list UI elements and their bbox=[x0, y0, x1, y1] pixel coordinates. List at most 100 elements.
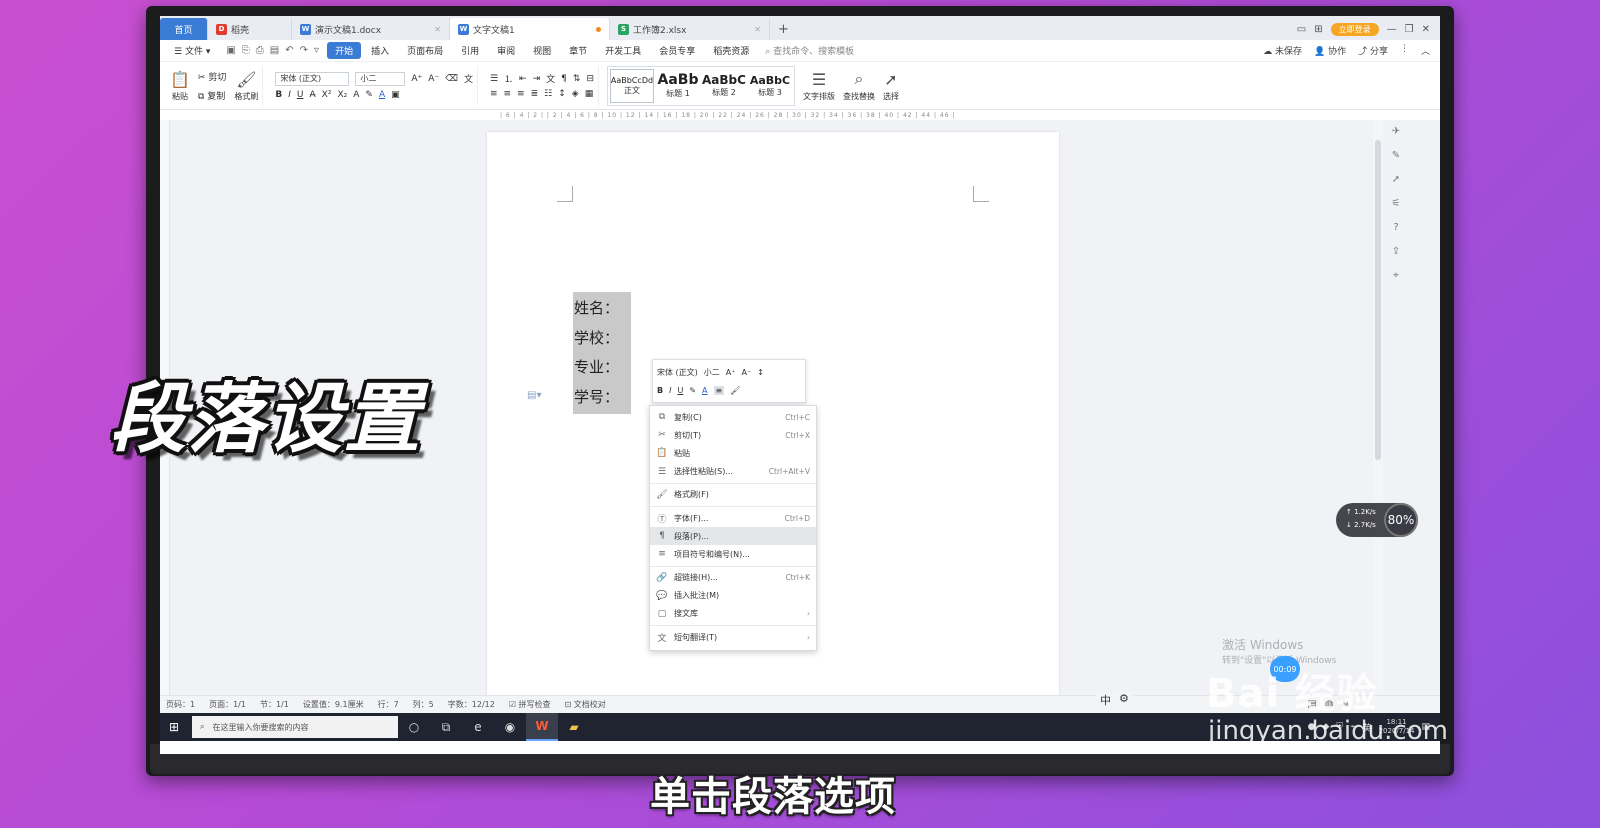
justify-icon[interactable]: ≣ bbox=[531, 89, 539, 99]
copy-button[interactable]: ⧉ 复制 bbox=[198, 89, 226, 102]
tab-docx[interactable]: W 演示文稿1.docx ✕ bbox=[292, 18, 450, 40]
close-icon[interactable]: ✕ bbox=[754, 25, 761, 34]
underline-icon[interactable]: U bbox=[297, 90, 304, 100]
restore-icon[interactable]: ❐ bbox=[1405, 24, 1414, 35]
bullet-list-icon[interactable]: ☰ bbox=[490, 74, 498, 84]
task-view-icon[interactable]: ⧉ bbox=[430, 713, 462, 741]
context-menu-item[interactable]: 文短句翻译(T) › bbox=[650, 628, 816, 646]
sliders-icon[interactable]: ⚟ bbox=[1392, 198, 1401, 209]
context-menu-item[interactable]: ≡ 项目符号和编号(N)... bbox=[650, 545, 816, 563]
vertical-scrollbar[interactable] bbox=[1373, 120, 1383, 695]
shrink-font-icon[interactable]: A⁻ bbox=[428, 74, 439, 84]
preview-icon[interactable]: ▤ bbox=[270, 45, 279, 56]
tab-home[interactable]: 首页 bbox=[160, 18, 208, 40]
context-menu-item[interactable]: 📋 粘贴 bbox=[650, 444, 816, 462]
collapse-ribbon-icon[interactable]: ︿ bbox=[1421, 44, 1430, 57]
bold-icon[interactable]: B bbox=[275, 90, 282, 100]
cut-button[interactable]: ✂ 剪切 bbox=[198, 70, 226, 83]
text-line-school[interactable]: 学校： bbox=[573, 324, 631, 354]
menu-review[interactable]: 审阅 bbox=[489, 42, 523, 59]
line-spacing-icon[interactable]: ↕ bbox=[558, 89, 566, 99]
style-heading-3[interactable]: AaBbC 标题 3 bbox=[748, 69, 792, 103]
align-center-icon[interactable]: ≡ bbox=[504, 89, 512, 99]
menu-start[interactable]: 开始 bbox=[327, 42, 362, 59]
tab-active-doc[interactable]: W 文字文稿1 bbox=[450, 18, 610, 40]
context-menu-item[interactable]: ✂ 剪切(T) Ctrl+X bbox=[650, 426, 816, 444]
font-size-select[interactable]: 小二 bbox=[355, 71, 406, 86]
char-border-icon[interactable]: ▣ bbox=[391, 90, 400, 100]
undo-icon[interactable]: ↶ bbox=[285, 45, 293, 56]
align-icon[interactable]: ≡ bbox=[713, 385, 725, 395]
menu-references[interactable]: 引用 bbox=[453, 42, 487, 59]
mini-font-size[interactable]: 小二 bbox=[704, 367, 720, 378]
bold-icon[interactable]: B bbox=[657, 386, 663, 395]
shrink-font-icon[interactable]: A⁻ bbox=[742, 368, 752, 377]
taskbar-search[interactable]: ⌕ 在这里输入你要搜索的内容 bbox=[192, 716, 398, 738]
browser-icon[interactable]: ◉ bbox=[494, 713, 526, 741]
ime-lang[interactable]: 中 bbox=[1100, 692, 1111, 708]
highlight-icon[interactable]: ✎ bbox=[689, 386, 696, 395]
mini-font-name[interactable]: 宋体 (正文) bbox=[657, 367, 698, 378]
menu-view[interactable]: 视图 bbox=[525, 42, 559, 59]
login-button[interactable]: 立即登录 bbox=[1330, 22, 1379, 36]
decrease-indent-icon[interactable]: ⇤ bbox=[519, 74, 527, 84]
pen-icon[interactable]: ✎ bbox=[1392, 150, 1400, 161]
grid-icon[interactable]: ⊞ bbox=[1314, 24, 1322, 35]
text-layout-button[interactable]: ☰ 文字排版 bbox=[803, 70, 835, 102]
paragraph-handle-icon[interactable]: ▤▾ bbox=[527, 390, 541, 401]
clear-format-icon[interactable]: ⌫ bbox=[445, 74, 458, 84]
italic-icon[interactable]: I bbox=[288, 90, 291, 100]
style-normal[interactable]: AaBbCcDd 正文 bbox=[609, 68, 654, 103]
numbered-list-icon[interactable]: ⒈ bbox=[504, 72, 513, 85]
pinyin-icon[interactable]: 文 bbox=[464, 72, 473, 85]
unsaved-button[interactable]: ☁ 未保存 bbox=[1263, 44, 1302, 57]
subscript-icon[interactable]: X₂ bbox=[337, 90, 347, 100]
font-color-icon[interactable]: A bbox=[702, 386, 707, 395]
context-menu-item[interactable]: ⧉ 复制(C) Ctrl+C bbox=[650, 408, 816, 426]
proofread-button[interactable]: ⊡ 文档校对 bbox=[565, 699, 606, 710]
italic-icon[interactable]: I bbox=[669, 386, 671, 395]
export-icon[interactable]: ⎘ bbox=[242, 45, 250, 56]
edge-icon[interactable]: e bbox=[462, 713, 494, 741]
kebab-icon[interactable]: ⋮ bbox=[1400, 44, 1409, 57]
context-menu-item[interactable]: ¶ 段落(P)... bbox=[650, 527, 816, 546]
increase-indent-icon[interactable]: ⇥ bbox=[533, 74, 541, 84]
layout-icon[interactable]: ▭ bbox=[1297, 24, 1306, 35]
menu-docer[interactable]: 稻壳资源 bbox=[705, 42, 757, 59]
highlight-icon[interactable]: ✎ bbox=[365, 90, 373, 100]
spell-check-button[interactable]: ☑ 拼写检查 bbox=[509, 699, 551, 710]
strikethrough-icon[interactable]: A̶ bbox=[309, 90, 315, 100]
context-menu-item[interactable]: ☰ 选择性粘贴(S)... Ctrl+Alt+V bbox=[650, 463, 816, 481]
text-line-major[interactable]: 专业： bbox=[573, 353, 631, 383]
close-window-icon[interactable]: ✕ bbox=[1422, 24, 1430, 35]
context-menu-item[interactable]: 🖌 格式刷(F) bbox=[650, 486, 816, 504]
scrollbar-thumb[interactable] bbox=[1375, 140, 1381, 460]
cortana-icon[interactable]: ○ bbox=[398, 713, 430, 741]
rocket-icon[interactable]: ✈ bbox=[1392, 126, 1400, 137]
save-icon[interactable]: ▣ bbox=[226, 45, 235, 56]
redo-icon[interactable]: ↷ bbox=[300, 45, 308, 56]
share-button[interactable]: ⤴ 分享 bbox=[1358, 44, 1388, 57]
borders-icon[interactable]: ⊟ bbox=[586, 74, 594, 84]
tab-xlsx[interactable]: S 工作簿2.xlsx ✕ bbox=[610, 18, 770, 40]
context-menu-item[interactable]: Ⓣ 字体(F)... Ctrl+D bbox=[650, 509, 816, 527]
document-page[interactable]: 姓名： 学校： 专业： 学号： ▤▾ 宋体 (正文) 小二 A⁺ A⁻ ↕ BI… bbox=[487, 132, 1059, 697]
wps-icon[interactable]: W bbox=[526, 713, 558, 741]
folder-icon[interactable]: ▰ bbox=[558, 713, 590, 741]
paste-button[interactable]: 📋 粘贴 bbox=[170, 70, 190, 102]
text-effect-icon[interactable]: A bbox=[353, 90, 359, 100]
style-heading-2[interactable]: AaBbC 标题 2 bbox=[702, 69, 746, 103]
grow-font-icon[interactable]: A⁺ bbox=[411, 74, 422, 84]
share-doc-icon[interactable]: ⇪ bbox=[1392, 246, 1400, 257]
menu-section[interactable]: 章节 bbox=[561, 42, 595, 59]
gear-icon[interactable]: ⚙ bbox=[1119, 692, 1129, 708]
select-button[interactable]: ➚ 选择 bbox=[883, 70, 899, 102]
collab-button[interactable]: 👤 协作 bbox=[1314, 44, 1346, 57]
pointer-icon[interactable]: ➚ bbox=[1392, 174, 1400, 185]
show-marks-icon[interactable]: ¶ bbox=[561, 74, 567, 84]
text-line-id[interactable]: 学号： bbox=[573, 383, 631, 413]
context-menu-item[interactable]: 🔗 超链接(H)... Ctrl+K bbox=[650, 569, 816, 587]
menu-developer[interactable]: 开发工具 bbox=[597, 42, 649, 59]
menu-layout[interactable]: 页面布局 bbox=[399, 42, 451, 59]
close-icon[interactable]: ✕ bbox=[434, 25, 441, 34]
